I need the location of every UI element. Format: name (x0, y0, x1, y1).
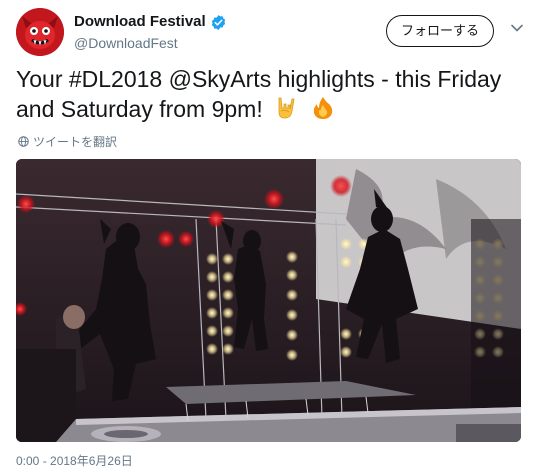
translate-tweet-link[interactable]: ツイートを翻訳 (18, 133, 117, 150)
video-player[interactable] (16, 159, 521, 442)
avatar-mascot-icon (16, 8, 64, 56)
account-names[interactable]: Download Festival @DownloadFest (74, 12, 227, 52)
chevron-down-icon[interactable] (510, 21, 524, 35)
tweet-text: Your #DL2018 @SkyArts highlights - this … (16, 64, 516, 124)
follow-button[interactable]: フォローする (386, 15, 494, 47)
tweet-timestamp[interactable]: 0:00 - 2018年6月26日 (16, 452, 133, 469)
display-name-text[interactable]: Download Festival (74, 12, 206, 32)
concert-video-frame (16, 159, 521, 442)
fire-emoji-icon (313, 97, 332, 119)
sign-of-the-horns-emoji-icon (278, 97, 295, 119)
tweet-header: Download Festival @DownloadFest フォローする (16, 8, 524, 56)
account-handle[interactable]: @DownloadFest (74, 34, 227, 52)
tweet-text-body: Your #DL2018 @SkyArts highlights - this … (16, 66, 502, 122)
display-name[interactable]: Download Festival (74, 12, 227, 32)
translate-tweet-label[interactable]: ツイートを翻訳 (33, 133, 117, 150)
avatar[interactable] (16, 8, 64, 56)
globe-icon (18, 136, 29, 147)
verified-badge-icon (211, 14, 225, 30)
